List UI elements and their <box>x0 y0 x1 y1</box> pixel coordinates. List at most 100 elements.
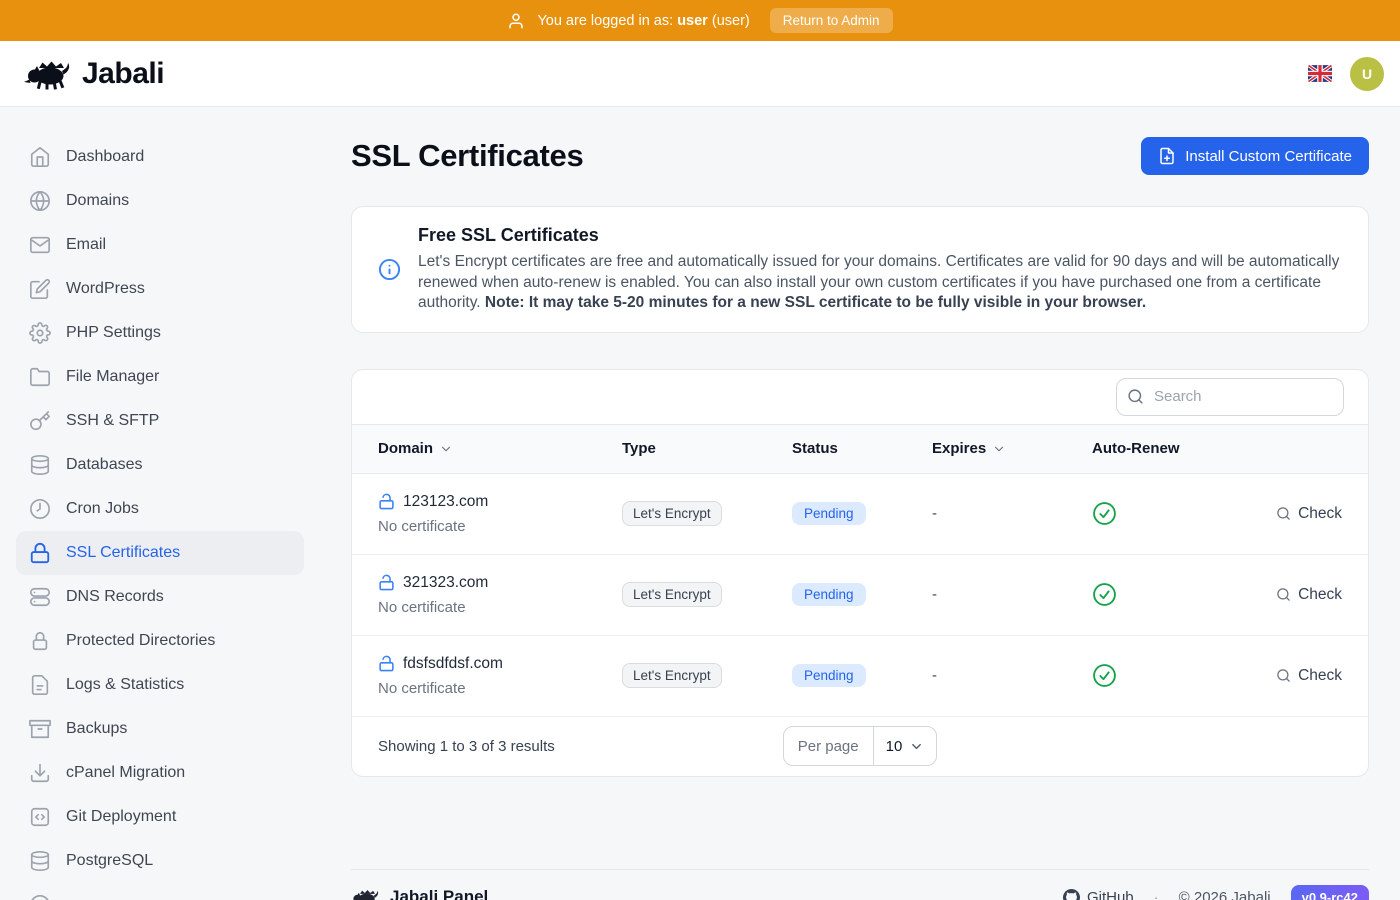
code-icon <box>29 806 51 828</box>
footer-brand-name: Jabali Panel <box>390 887 488 900</box>
globe-icon <box>29 190 51 212</box>
database-icon <box>29 850 51 872</box>
app-header: Jabali U <box>0 41 1400 107</box>
sidebar-item-logs-statistics[interactable]: Logs & Statistics <box>16 663 304 707</box>
folder-icon <box>29 366 51 388</box>
sidebar-item-cpanel-migration[interactable]: cPanel Migration <box>16 751 304 795</box>
unlock-icon <box>378 493 395 510</box>
sidebar-item-cron-jobs[interactable]: Cron Jobs <box>16 487 304 531</box>
brand-name: Jabali <box>82 57 164 91</box>
github-link[interactable]: GitHub <box>1063 889 1134 900</box>
key-icon <box>29 410 51 432</box>
edit-icon <box>29 278 51 300</box>
chevron-down-icon <box>439 442 453 456</box>
free-ssl-info-box: Free SSL Certificates Let's Encrypt cert… <box>351 206 1369 333</box>
column-header-expires[interactable]: Expires <box>932 440 1092 457</box>
version-badge: v0.9-rc42 <box>1291 885 1369 900</box>
sidebar-item-protected-directories[interactable]: Protected Directories <box>16 619 304 663</box>
sidebar-item-databases[interactable]: Databases <box>16 443 304 487</box>
certificate-status-subtitle: No certificate <box>378 680 622 697</box>
certificate-type-badge: Let's Encrypt <box>622 501 722 526</box>
status-badge: Pending <box>792 583 866 606</box>
certificate-status-subtitle: No certificate <box>378 518 622 535</box>
lock-icon <box>29 542 51 564</box>
sidebar-item-php-settings[interactable]: PHP Settings <box>16 311 304 355</box>
person-icon <box>507 12 525 30</box>
per-page-label: Per page <box>784 727 874 765</box>
file-plus-icon <box>1158 147 1176 165</box>
status-badge: Pending <box>792 502 866 525</box>
install-custom-certificate-button[interactable]: Install Custom Certificate <box>1141 137 1369 175</box>
expires-value: - <box>932 505 1092 522</box>
column-header-status: Status <box>792 440 932 457</box>
results-summary: Showing 1 to 3 of 3 results <box>378 738 783 755</box>
search-box <box>1116 378 1344 416</box>
search-icon <box>1276 587 1291 602</box>
domain-name[interactable]: 321323.com <box>403 574 488 592</box>
status-badge: Pending <box>792 664 866 687</box>
check-certificate-button[interactable]: Check <box>1276 667 1342 685</box>
sidebar-item-ssl-certificates[interactable]: SSL Certificates <box>16 531 304 575</box>
sidebar-item-dashboard[interactable]: Dashboard <box>16 135 304 179</box>
certificate-type-badge: Let's Encrypt <box>622 582 722 607</box>
table-row: 123123.com No certificate Let's Encrypt … <box>352 474 1368 555</box>
download-icon <box>29 762 51 784</box>
check-certificate-button[interactable]: Check <box>1276 586 1342 604</box>
return-to-admin-button[interactable]: Return to Admin <box>770 8 893 33</box>
circle-icon <box>29 894 51 900</box>
brand-logo[interactable]: Jabali <box>24 56 164 92</box>
auto-renew-indicator[interactable] <box>1092 501 1276 526</box>
sidebar-item-partial[interactable] <box>16 883 304 900</box>
auto-renew-indicator[interactable] <box>1092 582 1276 607</box>
auto-renew-indicator[interactable] <box>1092 663 1276 688</box>
mail-icon <box>29 234 51 256</box>
page-title: SSL Certificates <box>351 138 583 174</box>
user-avatar[interactable]: U <box>1350 57 1384 91</box>
unlock-icon <box>378 655 395 672</box>
column-header-domain[interactable]: Domain <box>378 440 622 457</box>
impersonation-message: You are logged in as: user (user) <box>537 13 749 29</box>
main-content: SSL Certificates Install Custom Certific… <box>320 107 1400 900</box>
gear-icon <box>29 322 51 344</box>
check-circle-icon <box>1092 663 1117 688</box>
chevron-down-icon <box>992 442 1006 456</box>
info-box-note: Note: It may take 5-20 minutes for a new… <box>485 294 1146 311</box>
lock-icon <box>29 630 51 652</box>
sidebar-item-git-deployment[interactable]: Git Deployment <box>16 795 304 839</box>
per-page-select[interactable]: Per page 10 <box>783 726 938 766</box>
sidebar-item-dns-records[interactable]: DNS Records <box>16 575 304 619</box>
impersonated-username: user <box>677 13 708 29</box>
page-footer: Jabali Panel GitHub · © 2026 Jabali v0.9… <box>351 869 1369 900</box>
archive-icon <box>29 718 51 740</box>
certificate-type-badge: Let's Encrypt <box>622 663 722 688</box>
sidebar-item-wordpress[interactable]: WordPress <box>16 267 304 311</box>
sidebar-item-domains[interactable]: Domains <box>16 179 304 223</box>
boar-logo-icon <box>351 887 381 900</box>
certificate-status-subtitle: No certificate <box>378 599 622 616</box>
sidebar-item-ssh-sftp[interactable]: SSH & SFTP <box>16 399 304 443</box>
sidebar-item-email[interactable]: Email <box>16 223 304 267</box>
unlock-icon <box>378 574 395 591</box>
search-icon <box>1276 668 1291 683</box>
table-row: 321323.com No certificate Let's Encrypt … <box>352 555 1368 636</box>
info-box-body: Let's Encrypt certificates are free and … <box>418 252 1342 314</box>
server-icon <box>29 586 51 608</box>
table-header-row: Domain Type Status Expires Auto-Renew <box>352 424 1368 474</box>
check-certificate-button[interactable]: Check <box>1276 505 1342 523</box>
expires-value: - <box>932 667 1092 684</box>
domain-name[interactable]: 123123.com <box>403 493 488 511</box>
chevron-down-icon <box>909 739 924 754</box>
info-box-title: Free SSL Certificates <box>418 225 1342 246</box>
sidebar-item-postgresql[interactable]: PostgreSQL <box>16 839 304 883</box>
info-icon <box>378 258 401 281</box>
clock-icon <box>29 498 51 520</box>
sidebar-item-backups[interactable]: Backups <box>16 707 304 751</box>
domain-name[interactable]: fdsfsdfdsf.com <box>403 655 503 673</box>
impersonation-bar: You are logged in as: user (user) Return… <box>0 0 1400 41</box>
search-input[interactable] <box>1116 378 1344 416</box>
uk-flag-icon[interactable] <box>1308 65 1332 82</box>
table-row: fdsfsdfdsf.com No certificate Let's Encr… <box>352 636 1368 717</box>
sidebar-item-file-manager[interactable]: File Manager <box>16 355 304 399</box>
certificates-table-card: Domain Type Status Expires Auto-Renew 12… <box>351 369 1369 777</box>
boar-logo-icon <box>24 56 74 92</box>
